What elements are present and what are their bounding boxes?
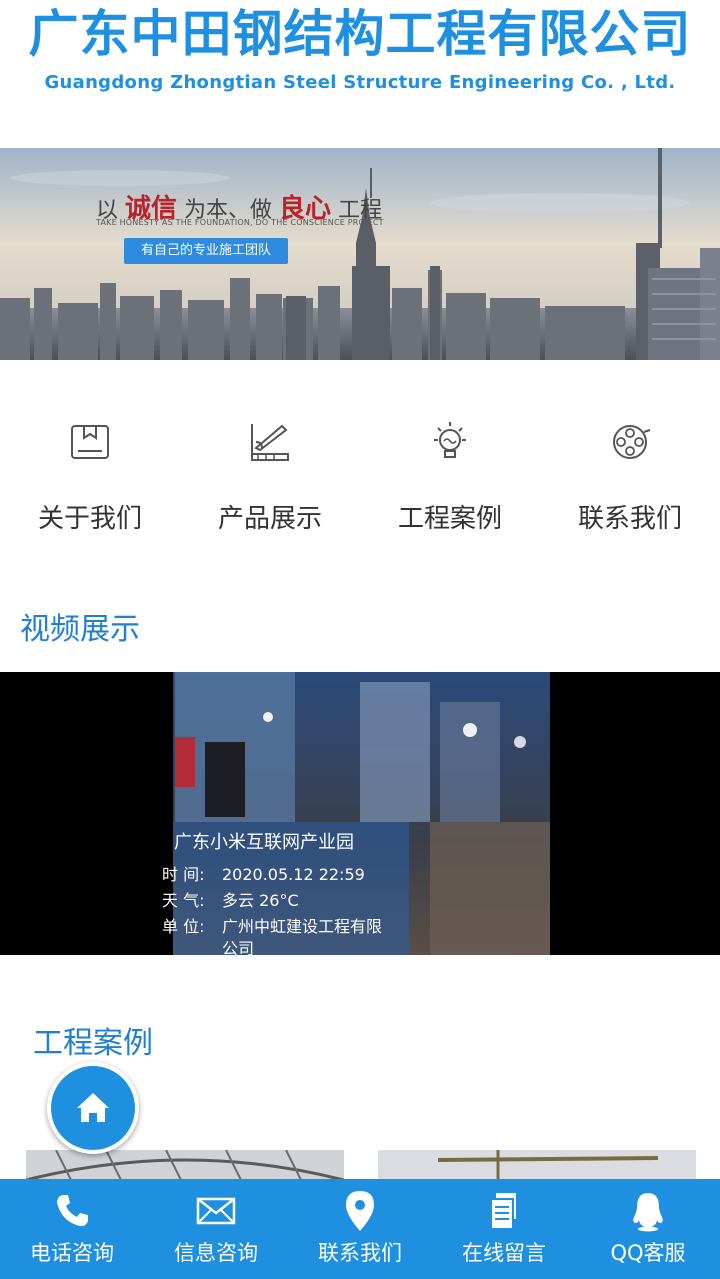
- bottom-label-message: 信息咨询: [174, 1241, 258, 1265]
- overlay-row: 公司: [222, 939, 255, 958]
- bottom-label-feedback: 在线留言: [462, 1241, 546, 1265]
- home-button[interactable]: [47, 1062, 139, 1154]
- bottom-item-contact[interactable]: 联系我们: [288, 1179, 432, 1279]
- company-name-en: Guangdong Zhongtian Steel Structure Engi…: [44, 72, 676, 93]
- bottom-bar: 电话咨询 信息咨询 联系我们 在线留言 QQ客服: [0, 1179, 720, 1279]
- overlay-row: 天 气: 多云 26°C: [162, 891, 299, 910]
- nav-label-cases: 工程案例: [397, 504, 502, 534]
- nav-label-contact: 联系我们: [577, 504, 682, 534]
- bottom-item-feedback[interactable]: 在线留言: [432, 1179, 576, 1279]
- product-icon: [251, 424, 289, 461]
- company-name-cn: 广东中田钢结构工程有限公司: [28, 5, 692, 63]
- overlay-row: 单 位: 广州中虹建设工程有限: [162, 917, 383, 936]
- phone-icon: [57, 1195, 88, 1227]
- bottom-item-phone[interactable]: 电话咨询: [0, 1179, 144, 1279]
- video-section-title: 视频展示: [20, 612, 140, 647]
- mail-icon: [196, 1197, 236, 1225]
- home-icon: [77, 1093, 109, 1122]
- video-overlay-info: 时 间: 2020.05.12 22:59 天 气: 多云 26°C 单 位: 广州中…: [162, 862, 382, 958]
- nav-item-contact[interactable]: 联系我们: [540, 400, 720, 550]
- qq-penguin-icon: [633, 1193, 663, 1232]
- document-icon: [490, 1193, 516, 1230]
- video-overlay-title: 广东小米互联网产业园: [174, 832, 354, 853]
- nav-label-products: 产品展示: [217, 504, 322, 534]
- bottom-label-phone: 电话咨询: [30, 1241, 114, 1265]
- bottom-label-qq: QQ客服: [610, 1241, 686, 1265]
- lightbulb-icon: [434, 422, 466, 458]
- nav-item-about[interactable]: 关于我们: [0, 400, 180, 550]
- icon-nav: 关于我们 产品展示 工程案例 联系我们: [0, 400, 720, 550]
- bottom-item-message[interactable]: 信息咨询: [144, 1179, 288, 1279]
- location-pin-icon: [346, 1191, 374, 1231]
- bottom-item-qq[interactable]: QQ客服: [576, 1179, 720, 1279]
- video-player[interactable]: 广东小米互联网产业园 时 间: 2020.05.12 22:59 天 气: 多云 2…: [0, 672, 720, 958]
- banner-slogan-en: TAKE HONESTY AS THE FOUNDATION, DO THE C…: [96, 218, 384, 227]
- nav-item-cases[interactable]: 工程案例: [360, 400, 540, 550]
- city-skyline-image: [0, 148, 720, 360]
- bottom-label-contact: 联系我们: [318, 1241, 402, 1265]
- hero-banner[interactable]: [0, 148, 720, 360]
- film-reel-icon: [613, 425, 651, 459]
- nav-label-about: 关于我们: [37, 504, 142, 534]
- overlay-row: 时 间: 2020.05.12 22:59: [162, 865, 365, 884]
- site-header: 广东中田钢结构工程有限公司 Guangdong Zhongtian Steel …: [0, 0, 720, 148]
- banner-team-button[interactable]: 有自己的专业施工团队: [124, 238, 288, 264]
- cases-section-title: 工程案例: [33, 1026, 153, 1061]
- about-icon: [71, 425, 109, 459]
- nav-item-products[interactable]: 产品展示: [180, 400, 360, 550]
